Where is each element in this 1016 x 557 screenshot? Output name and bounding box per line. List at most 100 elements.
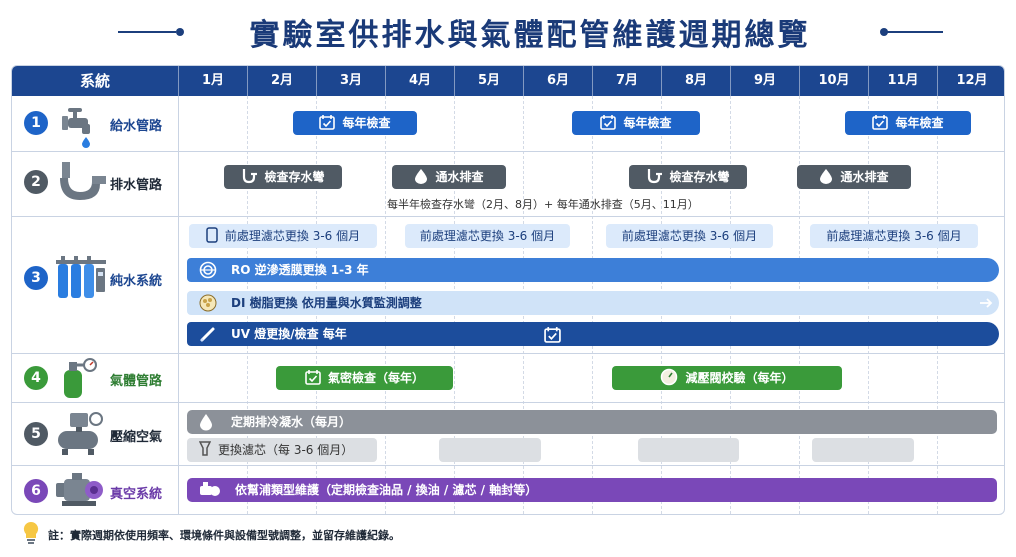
header-month: 10月 bbox=[799, 66, 868, 96]
header-month: 1月 bbox=[178, 66, 247, 96]
calendar-check-icon bbox=[319, 115, 336, 130]
water-purifier-icon bbox=[56, 256, 106, 298]
system-number-badge: 4 bbox=[24, 366, 48, 390]
bar-label: DI 樹脂更換 依用量與水質監測調整 bbox=[231, 296, 422, 310]
annual-check-pill-jul: 每年檢查 bbox=[572, 111, 700, 135]
system-number-badge: 3 bbox=[24, 266, 48, 290]
pill-label: 更換濾芯（每 3-6 個月） bbox=[218, 443, 354, 457]
header-month: 2月 bbox=[247, 66, 316, 96]
system-name-pure-water: 純水系統 bbox=[110, 274, 163, 289]
prefilter-pill: 前處理濾芯更換 3-6 個月 bbox=[405, 224, 570, 248]
system-name-water-supply: 給水管路 bbox=[110, 119, 163, 134]
system-number-badge: 2 bbox=[24, 170, 48, 194]
ro-membrane-icon bbox=[199, 261, 217, 279]
trap-check-pill-feb: 檢查存水彎 bbox=[224, 165, 342, 189]
header-month: 8月 bbox=[661, 66, 730, 96]
water-drop-icon bbox=[820, 169, 833, 184]
drain-schedule-note: 每半年檢查存水彎（2月、8月）+ 每年通水排查（5月、11月） bbox=[387, 198, 699, 211]
trap-icon bbox=[243, 169, 258, 184]
pill-label: 每年檢查 bbox=[623, 116, 672, 130]
system-column-divider bbox=[178, 96, 179, 514]
header-month: 9月 bbox=[730, 66, 799, 96]
header-month: 11月 bbox=[868, 66, 937, 96]
trap-check-pill-aug: 檢查存水彎 bbox=[629, 165, 747, 189]
pill-label: 前處理濾芯更換 3-6 個月 bbox=[826, 229, 962, 243]
pill-label: 氣密檢查（每年） bbox=[327, 371, 424, 385]
system-number-badge: 6 bbox=[24, 479, 48, 503]
di-resin-bar: DI 樹脂更換 依用量與水質監測調整 bbox=[187, 291, 999, 315]
regulator-calibration-pill: 減壓閥校驗（每年） bbox=[612, 366, 842, 390]
uv-lamp-icon bbox=[200, 327, 215, 342]
footnote: 註：實際週期依使用頻率、環境條件與設備型號調整，並留存維護紀錄。 bbox=[48, 529, 400, 542]
system-name-drain: 排水管路 bbox=[110, 178, 163, 193]
calendar-check-icon bbox=[544, 327, 561, 343]
air-filter-placeholder bbox=[638, 438, 739, 462]
pill-label: 前處理濾芯更換 3-6 個月 bbox=[621, 229, 758, 243]
system-name-gas: 氣體管路 bbox=[110, 374, 163, 389]
pump-maintenance-bar: 依幫浦類型維護（定期檢查油品 / 換油 / 濾芯 / 軸封等） bbox=[187, 478, 997, 502]
flush-pill-nov: 通水排查 bbox=[797, 165, 911, 189]
filter-icon bbox=[199, 441, 211, 456]
water-drop-icon bbox=[415, 169, 428, 184]
header-month: 4月 bbox=[385, 66, 454, 96]
flush-pill-may: 通水排查 bbox=[392, 165, 506, 189]
drain-pipe-icon bbox=[60, 162, 106, 200]
row-divider bbox=[12, 353, 1004, 354]
header-row: 系統 1月 2月 3月 4月 5月 6月 7月 8月 9月 10月 11月 12… bbox=[12, 66, 1004, 96]
gas-cylinder-icon bbox=[64, 358, 97, 398]
compressor-icon bbox=[58, 412, 103, 455]
resin-icon bbox=[199, 294, 217, 312]
pill-label: 每年檢查 bbox=[342, 116, 391, 130]
lightbulb-icon bbox=[23, 521, 39, 544]
system-number-badge: 1 bbox=[24, 111, 48, 135]
leak-test-pill: 氣密檢查（每年） bbox=[276, 366, 453, 390]
system-name-vacuum: 真空系統 bbox=[110, 487, 163, 502]
row-divider bbox=[12, 151, 1004, 152]
pill-label: 減壓閥校驗（每年） bbox=[685, 371, 794, 385]
prefilter-pill: 前處理濾芯更換 3-6 個月 bbox=[606, 224, 773, 248]
pump-icon bbox=[200, 482, 220, 496]
filter-cartridge-icon bbox=[206, 227, 218, 243]
air-filter-pill: 更換濾芯（每 3-6 個月） bbox=[187, 438, 377, 462]
pill-label: 前處理濾芯更換 3-6 個月 bbox=[419, 229, 556, 243]
header-month: 5月 bbox=[454, 66, 523, 96]
bar-label: RO 逆滲透膜更換 1-3 年 bbox=[231, 263, 369, 277]
faucet-icon bbox=[62, 108, 90, 148]
row-divider bbox=[12, 402, 1004, 403]
condensate-drain-bar: 定期排冷凝水（每月） bbox=[187, 410, 997, 434]
pill-label: 每年檢查 bbox=[895, 116, 944, 130]
pill-label: 通水排查 bbox=[840, 170, 889, 184]
pill-label: 通水排查 bbox=[435, 170, 484, 184]
header-month: 12月 bbox=[937, 66, 1004, 96]
bar-label: UV 燈更換/檢查 每年 bbox=[231, 327, 347, 341]
air-filter-placeholder bbox=[439, 438, 541, 462]
calendar-check-icon bbox=[600, 115, 617, 130]
system-number-badge: 5 bbox=[24, 422, 48, 446]
bar-label: 依幫浦類型維護（定期檢查油品 / 換油 / 濾芯 / 軸封等） bbox=[235, 483, 538, 497]
system-name-compressed-air: 壓縮空氣 bbox=[110, 430, 163, 445]
air-filter-placeholder bbox=[812, 438, 914, 462]
water-drop-icon bbox=[200, 414, 212, 431]
pill-label: 前處理濾芯更換 3-6 個月 bbox=[224, 229, 361, 243]
annual-check-pill-nov: 每年檢查 bbox=[845, 111, 971, 135]
title-dot-left bbox=[176, 28, 184, 36]
page-title: 實驗室供排水與氣體配管維護週期總覽 bbox=[249, 18, 811, 53]
row-divider bbox=[12, 216, 1004, 217]
pill-label: 檢查存水彎 bbox=[264, 170, 325, 184]
gauge-icon bbox=[661, 368, 678, 386]
pill-label: 檢查存水彎 bbox=[669, 170, 730, 184]
annual-check-pill-mar: 每年檢查 bbox=[293, 111, 417, 135]
arrow-right-icon bbox=[980, 298, 993, 308]
trap-icon bbox=[648, 169, 663, 184]
ro-membrane-bar: RO 逆滲透膜更換 1-3 年 bbox=[187, 258, 999, 282]
schedule-table: 系統 1月 2月 3月 4月 5月 6月 7月 8月 9月 10月 11月 12… bbox=[11, 65, 1005, 515]
header-month: 6月 bbox=[523, 66, 592, 96]
calendar-check-icon bbox=[305, 370, 321, 385]
header-month: 3月 bbox=[316, 66, 385, 96]
row-divider bbox=[12, 465, 1004, 466]
prefilter-pill: 前處理濾芯更換 3-6 個月 bbox=[810, 224, 978, 248]
header-month: 7月 bbox=[592, 66, 661, 96]
calendar-check-icon bbox=[872, 115, 889, 130]
bar-label: 定期排冷凝水（每月） bbox=[231, 415, 352, 429]
vacuum-pump-icon bbox=[56, 473, 103, 506]
